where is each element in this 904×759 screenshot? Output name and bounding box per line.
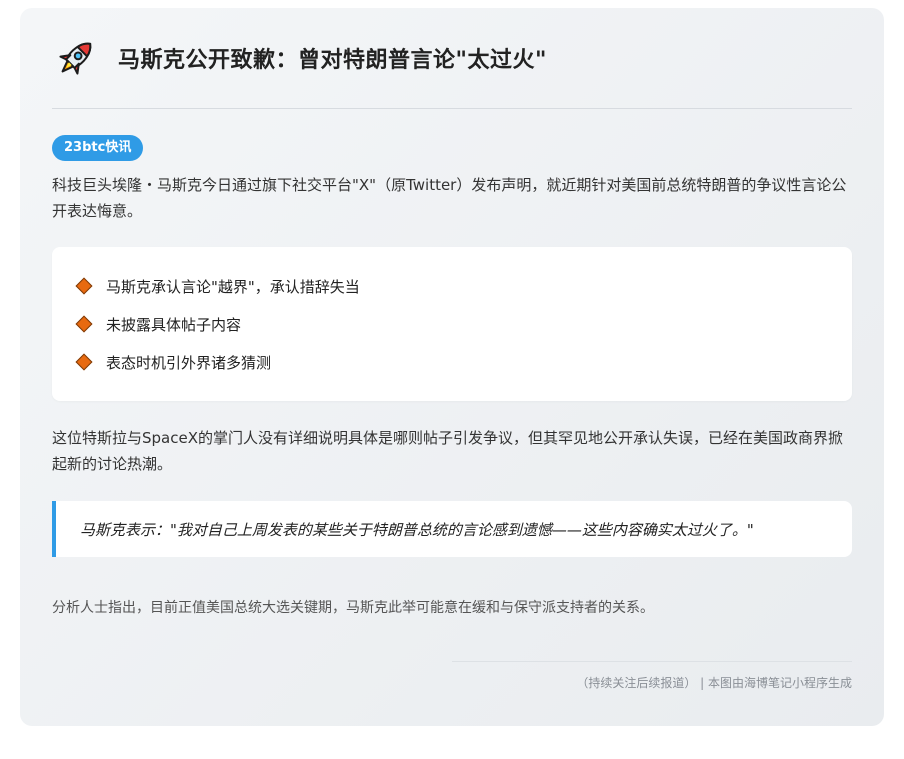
page-title: 马斯克公开致歉：曾对特朗普言论"太过火" (118, 48, 547, 73)
diamond-bullet-icon (75, 315, 93, 333)
footer-divider (452, 661, 852, 662)
key-point-text: 表态时机引外界诸多猜测 (106, 353, 272, 372)
key-point: 表态时机引外界诸多猜测 (74, 343, 830, 381)
body-paragraph: 这位特斯拉与SpaceX的掌门人没有详细说明具体是哪则帖子引发争议，但其罕见地公… (52, 429, 843, 473)
analysis-paragraph: 分析人士指出，目前正值美国总统大选关键期，马斯克此举可能意在缓和与保守派支持者的… (52, 600, 654, 616)
key-point: 未披露具体帖子内容 (74, 305, 830, 343)
quote-block: 马斯克表示："我对自己上周发表的某些关于特朗普总统的言论感到遗憾——这些内容确实… (52, 501, 852, 557)
key-points-box: 马斯克承认言论"越界"，承认措辞失当 未披露具体帖子内容 表态时机引外界诸多猜测 (52, 247, 852, 401)
card-header: 马斯克公开致歉：曾对特朗普言论"太过火" (52, 8, 852, 108)
source-badge: 23btc快讯 (52, 135, 144, 161)
news-card: 马斯克公开致歉：曾对特朗普言论"太过火" 23btc快讯 科技巨头埃隆・马斯克今… (20, 8, 884, 726)
diamond-bullet-icon (75, 353, 93, 371)
key-point: 马斯克承认言论"越界"，承认措辞失当 (74, 267, 830, 305)
lead-paragraph: 科技巨头埃隆・马斯克今日通过旗下社交平台"X"（原Twitter）发布声明，就近… (52, 176, 847, 220)
key-point-text: 未披露具体帖子内容 (106, 315, 242, 334)
quote-text: 马斯克表示："我对自己上周发表的某些关于特朗普总统的言论感到遗憾——这些内容确实… (80, 520, 754, 539)
header-divider (52, 108, 852, 109)
diamond-bullet-icon (75, 277, 93, 295)
footer-text: （持续关注后续报道） | 本图由海博笔记小程序生成 (576, 676, 852, 690)
rocket-icon (54, 36, 98, 80)
key-point-text: 马斯克承认言论"越界"，承认措辞失当 (106, 277, 360, 296)
